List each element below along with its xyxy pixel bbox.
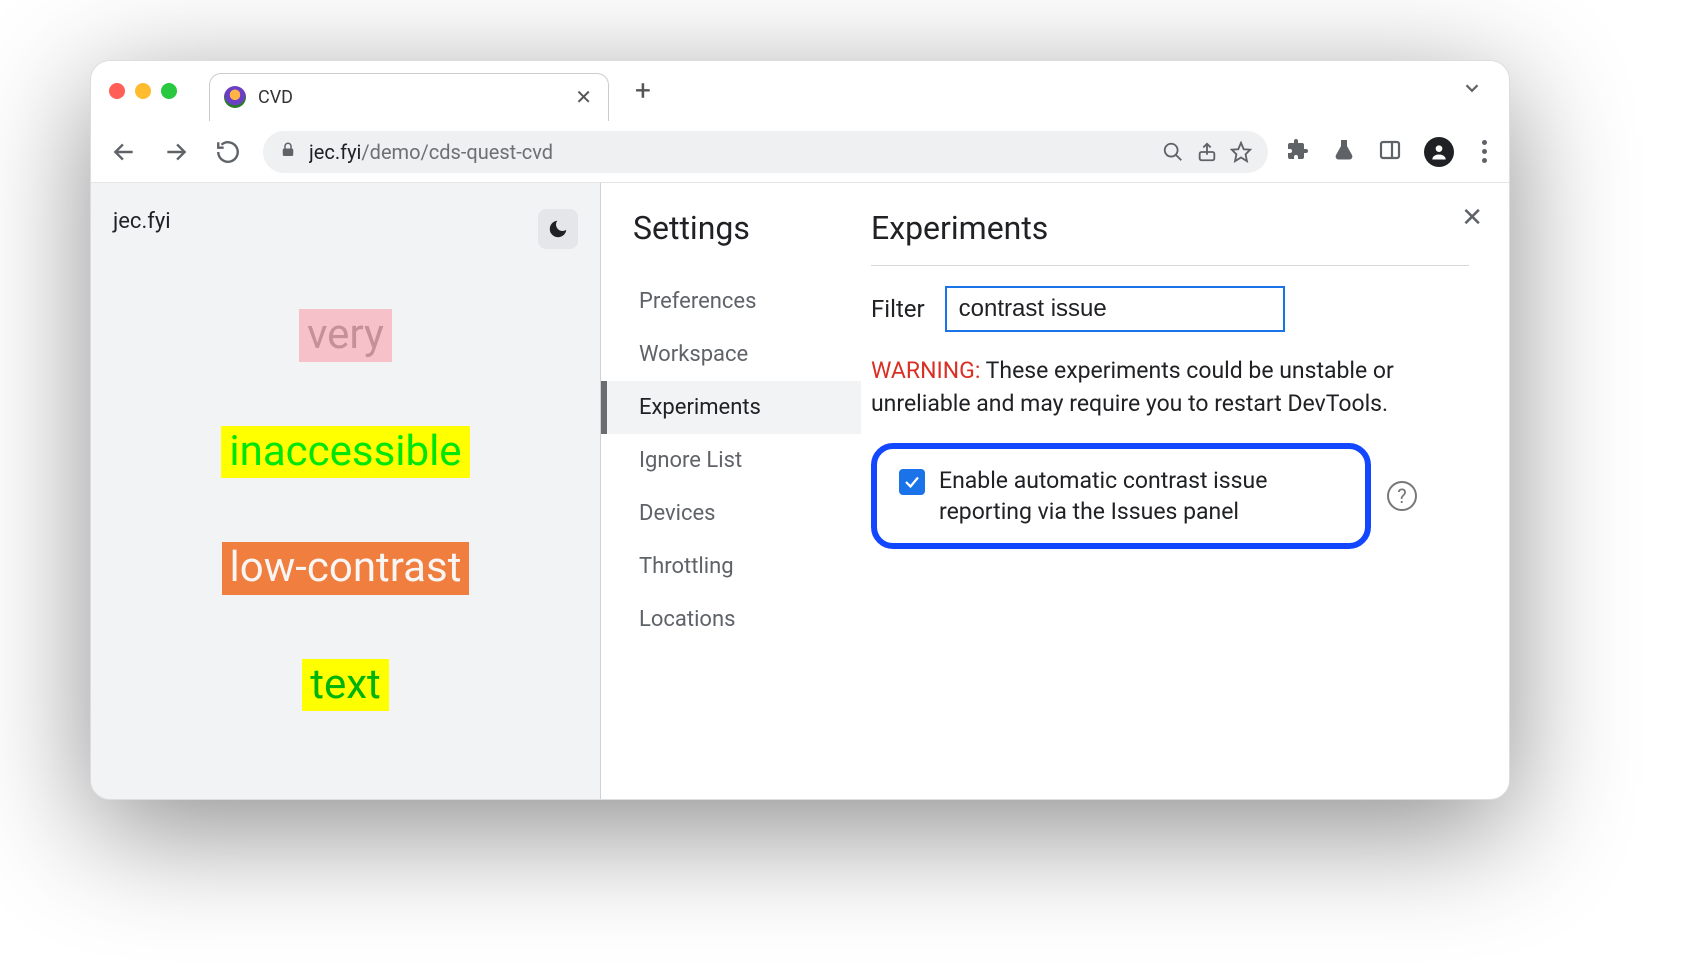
- window-controls: [109, 83, 177, 99]
- share-icon[interactable]: [1196, 141, 1218, 163]
- back-button[interactable]: [107, 135, 141, 169]
- experiment-checkbox[interactable]: [899, 469, 925, 495]
- demo-word-low-contrast: low-contrast: [222, 542, 470, 595]
- webpage-viewport: jec.fyi very inaccessible low-contrast t…: [91, 183, 601, 799]
- sidepanel-icon[interactable]: [1378, 138, 1402, 166]
- nav-locations[interactable]: Locations: [601, 593, 861, 646]
- experiment-label: Enable automatic contrast issue reportin…: [939, 465, 1343, 527]
- labs-icon[interactable]: [1332, 138, 1356, 166]
- settings-close-button[interactable]: ✕: [1461, 203, 1483, 233]
- extensions-icon[interactable]: [1286, 138, 1310, 166]
- settings-sidebar: Settings Preferences Workspace Experimen…: [601, 183, 861, 799]
- forward-button[interactable]: [159, 135, 193, 169]
- browser-window: CVD ✕ + j: [90, 60, 1510, 800]
- nav-preferences[interactable]: Preferences: [601, 275, 861, 328]
- tab-close-icon[interactable]: ✕: [575, 85, 592, 109]
- demo-word-text: text: [302, 659, 389, 712]
- zoom-icon[interactable]: [1162, 141, 1184, 163]
- moon-icon: [547, 218, 569, 240]
- menu-icon[interactable]: [1476, 140, 1493, 163]
- experiment-contrast-issue-row[interactable]: Enable automatic contrast issue reportin…: [871, 443, 1371, 549]
- demo-word-very: very: [299, 309, 392, 362]
- warning-prefix: WARNING:: [871, 357, 980, 384]
- browser-toolbar: jec.fyi/demo/cds-quest-cvd: [91, 121, 1509, 183]
- theme-toggle-button[interactable]: [538, 209, 578, 249]
- window-minimize-button[interactable]: [135, 83, 151, 99]
- checkmark-icon: [903, 473, 921, 491]
- demo-word-inaccessible: inaccessible: [221, 426, 469, 479]
- settings-title: Settings: [633, 209, 861, 247]
- filter-label: Filter: [871, 295, 925, 323]
- site-title: jec.fyi: [113, 209, 171, 234]
- filter-input[interactable]: [945, 286, 1285, 332]
- nav-devices[interactable]: Devices: [601, 487, 861, 540]
- divider: [871, 265, 1469, 266]
- profile-avatar[interactable]: [1424, 137, 1454, 167]
- tab-favicon: [224, 86, 246, 108]
- experiments-warning: WARNING: These experiments could be unst…: [871, 354, 1469, 421]
- settings-body: Experiments Filter WARNING: These experi…: [861, 183, 1509, 799]
- bookmark-star-icon[interactable]: [1230, 141, 1252, 163]
- browser-tab[interactable]: CVD ✕: [209, 73, 609, 121]
- reload-button[interactable]: [211, 135, 245, 169]
- window-close-button[interactable]: [109, 83, 125, 99]
- new-tab-button[interactable]: +: [623, 74, 663, 107]
- nav-workspace[interactable]: Workspace: [601, 328, 861, 381]
- help-icon[interactable]: ?: [1387, 481, 1417, 511]
- devtools-settings-panel: ✕ Settings Preferences Workspace Experim…: [601, 183, 1509, 799]
- nav-throttling[interactable]: Throttling: [601, 540, 861, 593]
- lock-icon: [279, 140, 297, 164]
- nav-experiments[interactable]: Experiments: [601, 381, 861, 434]
- tabs-dropdown-icon[interactable]: [1461, 77, 1491, 104]
- tab-strip: CVD ✕ +: [91, 61, 1509, 121]
- tab-title: CVD: [258, 87, 563, 108]
- experiments-title: Experiments: [871, 209, 1469, 247]
- nav-ignore-list[interactable]: Ignore List: [601, 434, 861, 487]
- window-maximize-button[interactable]: [161, 83, 177, 99]
- toolbar-icons: [1286, 137, 1493, 167]
- url-text: jec.fyi/demo/cds-quest-cvd: [309, 140, 1150, 164]
- address-bar[interactable]: jec.fyi/demo/cds-quest-cvd: [263, 131, 1268, 173]
